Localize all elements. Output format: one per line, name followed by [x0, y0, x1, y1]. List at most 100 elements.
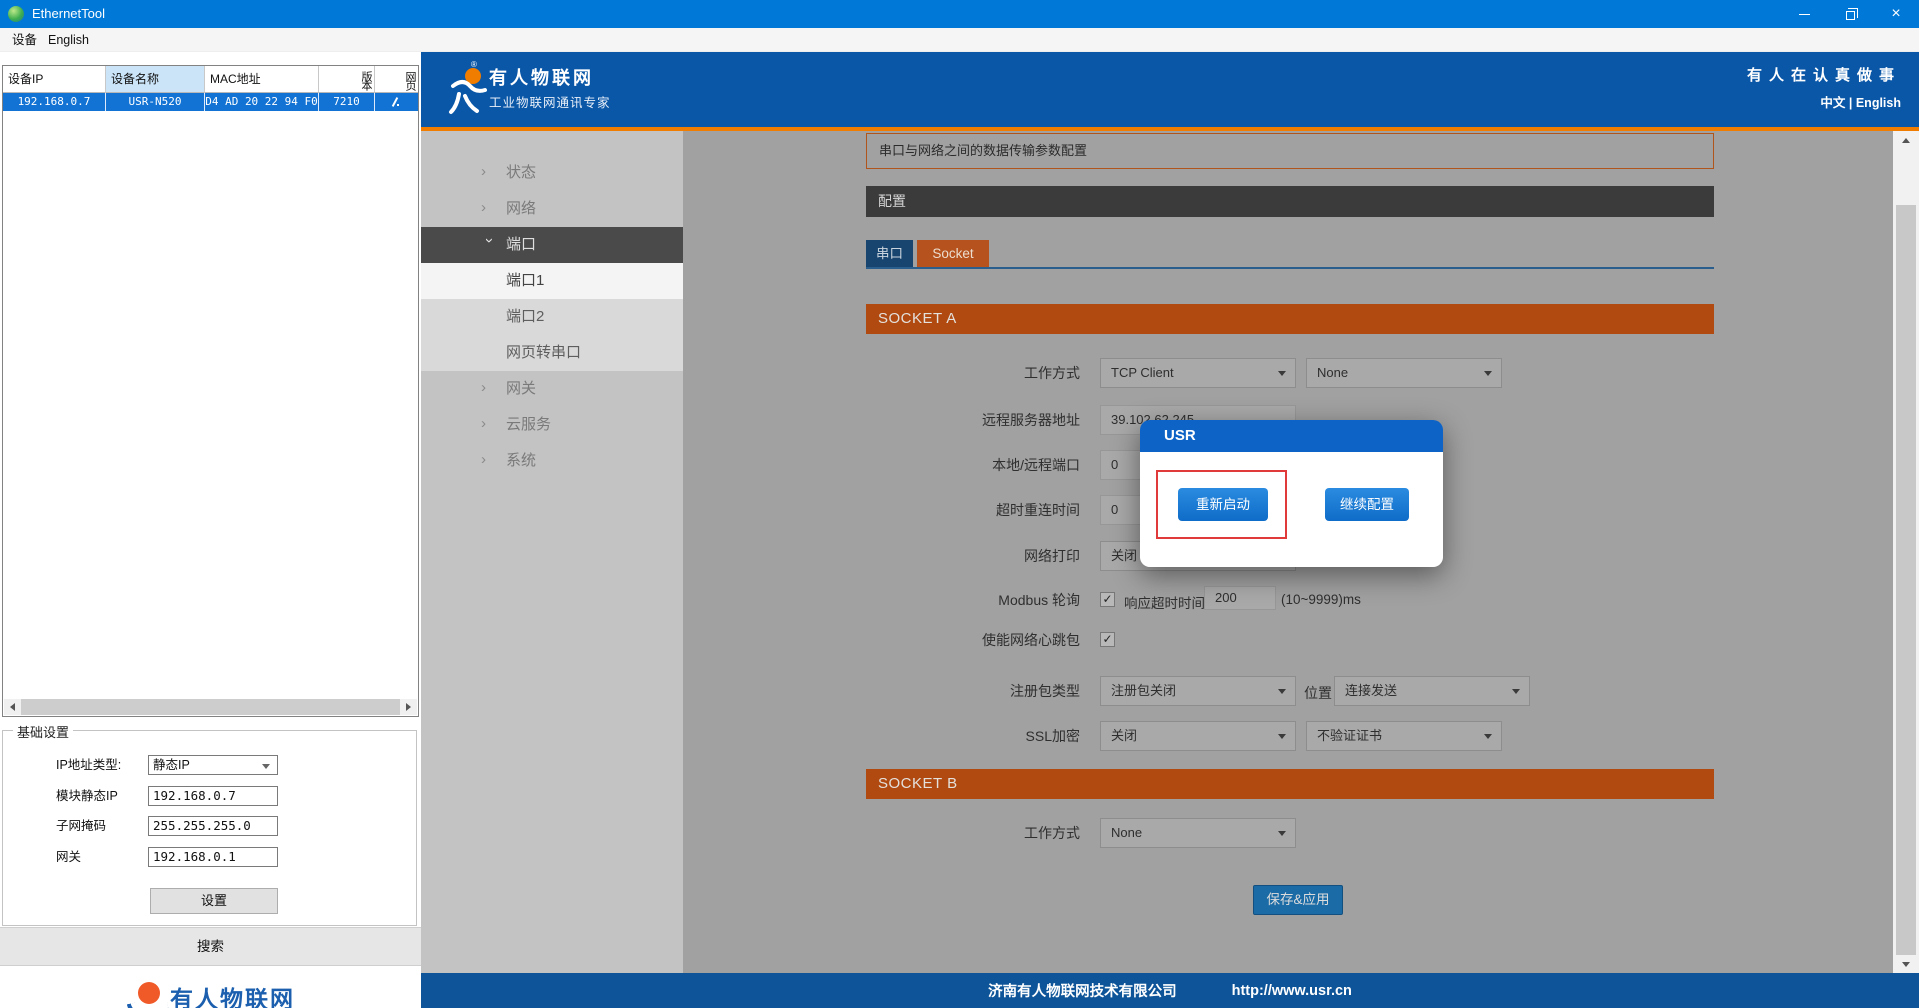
chevron-right-icon: ›: [481, 371, 495, 407]
modbus-poll-label: Modbus 轮询: [866, 588, 1080, 612]
vertical-scroll-thumb[interactable]: [1896, 205, 1916, 955]
set-button[interactable]: 设置: [150, 888, 278, 914]
work-mode-extra-select[interactable]: None: [1306, 358, 1502, 388]
scroll-right-arrow[interactable]: [400, 699, 417, 715]
nav-status-label: 状态: [506, 155, 536, 191]
continue-config-button[interactable]: 继续配置: [1325, 488, 1409, 521]
modbus-poll-checkbox[interactable]: ✓: [1100, 592, 1115, 607]
net-print-label: 网络打印: [866, 541, 1080, 571]
nav-gateway[interactable]: › 网关: [421, 371, 683, 407]
device-row-web-link[interactable]: [375, 93, 418, 111]
device-table: 设备IP 设备名称 MAC地址 版本 网页 192.168.0.7 USR-N5…: [2, 65, 419, 717]
restore-icon: [1846, 11, 1855, 20]
web-tagline: 有人在认真做事: [1747, 64, 1901, 85]
web-footer: 济南有人物联网技术有限公司 http://www.usr.cn: [421, 973, 1919, 1008]
nav-port2[interactable]: 端口2: [421, 299, 683, 335]
chevron-down-icon: [262, 764, 270, 769]
reconnect-time-label: 超时重连时间: [866, 495, 1080, 525]
check-icon: ✓: [1102, 592, 1112, 606]
footer-company: 济南有人物联网技术有限公司: [988, 980, 1177, 1001]
col-header-name[interactable]: 设备名称: [106, 66, 205, 93]
nav-network[interactable]: › 网络: [421, 191, 683, 227]
socket-b-work-mode-select[interactable]: None: [1100, 818, 1296, 848]
ssl-cert-select[interactable]: 不验证证书: [1306, 721, 1502, 751]
socket-b-work-mode-value: None: [1111, 825, 1142, 840]
nav-cloud[interactable]: › 云服务: [421, 407, 683, 443]
usr-dialog: USR 重新启动 继续配置: [1140, 420, 1443, 567]
device-row-version[interactable]: 7210: [319, 93, 375, 111]
nav-gateway-label: 网关: [506, 371, 536, 407]
subnet-mask-field[interactable]: 255.255.255.0: [148, 816, 278, 836]
menu-english[interactable]: English: [48, 28, 89, 52]
nav-web-to-serial[interactable]: 网页转串口: [421, 335, 683, 371]
remote-addr-label: 远程服务器地址: [866, 405, 1080, 435]
regpkt-pos-select[interactable]: 连接发送: [1334, 676, 1530, 706]
chevron-right-icon: ›: [481, 407, 495, 443]
select-arrow-icon: [1484, 734, 1492, 739]
language-switch[interactable]: 中文 | English: [1820, 92, 1901, 111]
footer-url[interactable]: http://www.usr.cn: [1232, 983, 1352, 999]
regpkt-pos-label: 位置: [1304, 683, 1332, 703]
tab-serial[interactable]: 串口: [866, 240, 913, 267]
regpkt-type-select[interactable]: 注册包关闭: [1100, 676, 1296, 706]
nav-port[interactable]: › 端口: [421, 227, 683, 263]
tab-socket[interactable]: Socket: [917, 240, 989, 267]
subnet-mask-label: 子网掩码: [56, 816, 106, 836]
select-arrow-icon: [1278, 734, 1286, 739]
close-button[interactable]: ×: [1873, 0, 1919, 28]
nav-port-label: 端口: [506, 227, 536, 263]
modbus-timeout-field[interactable]: 200: [1204, 586, 1276, 610]
static-ip-field[interactable]: 192.168.0.7: [148, 786, 278, 806]
work-mode-label: 工作方式: [866, 358, 1080, 388]
menu-device[interactable]: 设备: [12, 28, 37, 52]
down-arrow-icon: [1902, 962, 1910, 967]
window-title: EthernetTool: [32, 6, 105, 21]
usr-person-icon: [443, 64, 495, 116]
select-arrow-icon: [1278, 831, 1286, 836]
col-header-version[interactable]: 版本: [319, 66, 375, 93]
col-header-mac[interactable]: MAC地址: [205, 66, 319, 93]
nav-port1[interactable]: 端口1: [421, 263, 683, 299]
horizontal-scroll-thumb[interactable]: [21, 699, 400, 715]
table-horizontal-scrollbar[interactable]: [4, 699, 417, 715]
search-button[interactable]: 搜索: [0, 927, 421, 966]
scroll-down-arrow[interactable]: [1893, 955, 1919, 973]
minimize-icon: [1799, 14, 1810, 15]
device-row-mac[interactable]: D4 AD 20 22 94 F0: [205, 93, 319, 111]
ssl-label: SSL加密: [866, 721, 1080, 751]
device-panel: 设备IP 设备名称 MAC地址 版本 网页 192.168.0.7 USR-N5…: [0, 52, 421, 1008]
static-ip-label: 模块静态IP: [56, 786, 118, 806]
work-mode-select[interactable]: TCP Client: [1100, 358, 1296, 388]
usr-logo-bottom: 有人物联网: [0, 974, 421, 1008]
col-header-web[interactable]: 网页: [375, 66, 418, 93]
close-icon: ×: [1891, 6, 1900, 22]
chevron-right-icon: ›: [481, 191, 495, 227]
nav-network-label: 网络: [506, 191, 536, 227]
ip-type-select[interactable]: 静态IP: [148, 755, 278, 775]
save-apply-button[interactable]: 保存&应用: [1253, 885, 1343, 915]
nav-system[interactable]: › 系统: [421, 443, 683, 479]
nav-status[interactable]: › 状态: [421, 155, 683, 191]
col-header-ip[interactable]: 设备IP: [3, 66, 106, 93]
work-mode-extra-value: None: [1317, 365, 1348, 380]
scroll-up-arrow[interactable]: [1893, 131, 1919, 149]
app-icon: [8, 6, 24, 22]
up-arrow-icon: [1902, 138, 1910, 143]
chevron-right-icon: ›: [481, 443, 495, 479]
app-window: EthernetTool × 设备 English 设备IP 设备名称 MAC地…: [0, 0, 1919, 1008]
scroll-left-arrow[interactable]: [4, 699, 21, 715]
restore-button[interactable]: [1827, 0, 1873, 28]
minimize-button[interactable]: [1781, 0, 1827, 28]
check-icon: ✓: [1102, 632, 1112, 646]
nav-system-label: 系统: [506, 443, 536, 479]
device-row-ip[interactable]: 192.168.0.7: [3, 93, 106, 111]
ssl-select[interactable]: 关闭: [1100, 721, 1296, 751]
web-link-icon-dot: [397, 104, 399, 106]
gateway-label: 网关: [56, 847, 81, 867]
vertical-scrollbar[interactable]: [1893, 131, 1919, 973]
device-row-name[interactable]: USR-N520: [106, 93, 205, 111]
heartbeat-checkbox[interactable]: ✓: [1100, 632, 1115, 647]
ip-type-value: 静态IP: [153, 758, 190, 772]
gateway-field[interactable]: 192.168.0.1: [148, 847, 278, 867]
dialog-title: USR: [1140, 420, 1443, 452]
